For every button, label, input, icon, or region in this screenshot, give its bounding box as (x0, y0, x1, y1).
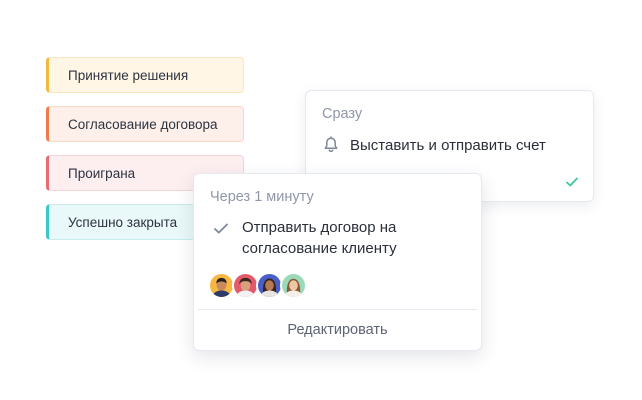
assignee-avatars (208, 272, 307, 299)
stage-label: Проиграна (68, 165, 136, 181)
stage-contract-approval[interactable]: Согласование договора (46, 106, 244, 142)
check-icon (565, 175, 579, 187)
bell-icon (322, 135, 340, 153)
task-title: Выставить и отправить счет (350, 137, 546, 154)
task-title: Отправить договор на согласование клиент… (242, 219, 397, 257)
stage-label: Согласование договора (68, 116, 218, 132)
check-icon (212, 219, 230, 237)
trigger-timing-label: Через 1 минуту (210, 189, 314, 205)
avatar[interactable] (280, 272, 307, 299)
stage-label: Принятие решения (68, 67, 189, 83)
edit-button[interactable]: Редактировать (194, 318, 481, 342)
avatar[interactable] (208, 272, 235, 299)
stage-label: Успешно закрыта (68, 214, 178, 230)
avatar[interactable] (256, 272, 283, 299)
automation-card-delayed[interactable]: Через 1 минуту Отправить договор на согл… (193, 173, 482, 351)
automation-task: Выставить и отправить счет (322, 135, 546, 156)
stage-decision[interactable]: Принятие решения (46, 57, 244, 93)
avatar[interactable] (232, 272, 259, 299)
automation-task: Отправить договор на согласование клиент… (212, 217, 442, 259)
trigger-timing-label: Сразу (322, 106, 363, 122)
divider (198, 309, 477, 310)
